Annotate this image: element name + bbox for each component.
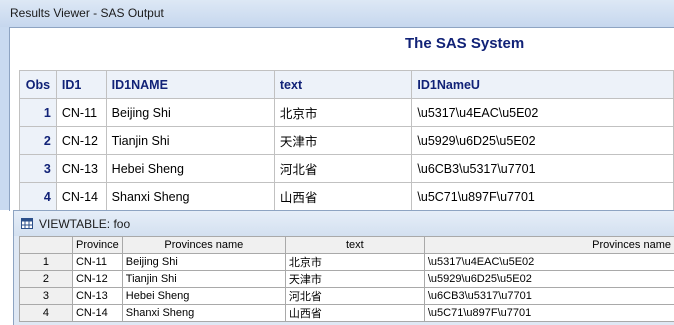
obs-cell: 4: [20, 183, 57, 211]
text-cell: 山西省: [274, 183, 412, 211]
column-header-text[interactable]: text: [285, 237, 424, 254]
report-title: The SAS System: [405, 35, 524, 52]
provinces-name-cell[interactable]: Hebei Sheng: [122, 288, 285, 305]
column-header-province[interactable]: Province: [72, 237, 122, 254]
table-grid-icon: [21, 218, 33, 229]
province-cell[interactable]: CN-11: [72, 254, 122, 271]
row-number-header[interactable]: [20, 237, 73, 254]
id1nameu-cell: \u5317\u4EAC\u5E02: [412, 99, 674, 127]
grid-row[interactable]: 2 CN-12 Tianjin Shi 天津市 \u5929\u6D25\u5E…: [20, 271, 674, 288]
id1-cell: CN-11: [56, 99, 106, 127]
id1-cell: CN-13: [56, 155, 106, 183]
table-row: 3 CN-13 Hebei Sheng 河北省 \u6CB3\u5317\u77…: [20, 155, 674, 183]
obs-cell: 2: [20, 127, 57, 155]
row-number[interactable]: 4: [20, 305, 73, 322]
id1-cell: CN-12: [56, 127, 106, 155]
row-number[interactable]: 1: [20, 254, 73, 271]
provinces-name-unicode-cell[interactable]: \u6CB3\u5317\u7701: [424, 288, 674, 305]
grid-row[interactable]: 4 CN-14 Shanxi Sheng 山西省 \u5C71\u897F\u7…: [20, 305, 674, 322]
column-header-text: text: [274, 71, 412, 99]
id1-cell: CN-14: [56, 183, 106, 211]
column-header-provinces-name-unicode[interactable]: Provinces name: [424, 237, 674, 254]
text-cell[interactable]: 山西省: [285, 305, 424, 322]
provinces-name-cell[interactable]: Beijing Shi: [122, 254, 285, 271]
grid-header-row: Province Provinces name text Provinces n…: [20, 237, 674, 254]
text-cell[interactable]: 北京市: [285, 254, 424, 271]
id1name-cell: Tianjin Shi: [106, 127, 274, 155]
viewtable-window: VIEWTABLE: foo Province Provinces name t…: [13, 210, 674, 325]
id1nameu-cell: \u5929\u6D25\u5E02: [412, 127, 674, 155]
viewtable-grid: Province Provinces name text Provinces n…: [19, 236, 674, 322]
text-cell: 北京市: [274, 99, 412, 127]
grid-row[interactable]: 3 CN-13 Hebei Sheng 河北省 \u6CB3\u5317\u77…: [20, 288, 674, 305]
provinces-name-unicode-cell[interactable]: \u5317\u4EAC\u5E02: [424, 254, 674, 271]
provinces-name-cell[interactable]: Shanxi Sheng: [122, 305, 285, 322]
results-viewer-window: Results Viewer - SAS Output The SAS Syst…: [0, 0, 674, 210]
results-viewer-titlebar[interactable]: Results Viewer - SAS Output: [0, 0, 674, 27]
column-header-provinces-name[interactable]: Provinces name: [122, 237, 285, 254]
provinces-name-cell[interactable]: Tianjin Shi: [122, 271, 285, 288]
viewtable-title: VIEWTABLE: foo: [39, 217, 130, 231]
id1name-cell: Hebei Sheng: [106, 155, 274, 183]
column-header-id1nameu: ID1NameU: [412, 71, 674, 99]
results-viewer-title: Results Viewer - SAS Output: [10, 6, 164, 20]
column-header-id1name: ID1NAME: [106, 71, 274, 99]
id1name-cell: Beijing Shi: [106, 99, 274, 127]
column-header-id1: ID1: [56, 71, 106, 99]
row-number[interactable]: 3: [20, 288, 73, 305]
province-cell[interactable]: CN-12: [72, 271, 122, 288]
provinces-name-unicode-cell[interactable]: \u5929\u6D25\u5E02: [424, 271, 674, 288]
obs-cell: 1: [20, 99, 57, 127]
text-cell[interactable]: 天津市: [285, 271, 424, 288]
table-row: 1 CN-11 Beijing Shi 北京市 \u5317\u4EAC\u5E…: [20, 99, 674, 127]
id1nameu-cell: \u5C71\u897F\u7701: [412, 183, 674, 211]
table-row: 2 CN-12 Tianjin Shi 天津市 \u5929\u6D25\u5E…: [20, 127, 674, 155]
text-cell: 天津市: [274, 127, 412, 155]
viewtable-titlebar[interactable]: VIEWTABLE: foo: [14, 211, 674, 236]
province-cell[interactable]: CN-14: [72, 305, 122, 322]
id1name-cell: Shanxi Sheng: [106, 183, 274, 211]
province-cell[interactable]: CN-13: [72, 288, 122, 305]
text-cell[interactable]: 河北省: [285, 288, 424, 305]
results-header-row: Obs ID1 ID1NAME text ID1NameU: [20, 71, 674, 99]
provinces-name-unicode-cell[interactable]: \u5C71\u897F\u7701: [424, 305, 674, 322]
text-cell: 河北省: [274, 155, 412, 183]
id1nameu-cell: \u6CB3\u5317\u7701: [412, 155, 674, 183]
column-header-obs: Obs: [20, 71, 57, 99]
row-number[interactable]: 2: [20, 271, 73, 288]
results-table: Obs ID1 ID1NAME text ID1NameU 1 CN-11 Be…: [19, 70, 674, 211]
grid-row[interactable]: 1 CN-11 Beijing Shi 北京市 \u5317\u4EAC\u5E…: [20, 254, 674, 271]
obs-cell: 3: [20, 155, 57, 183]
table-row: 4 CN-14 Shanxi Sheng 山西省 \u5C71\u897F\u7…: [20, 183, 674, 211]
